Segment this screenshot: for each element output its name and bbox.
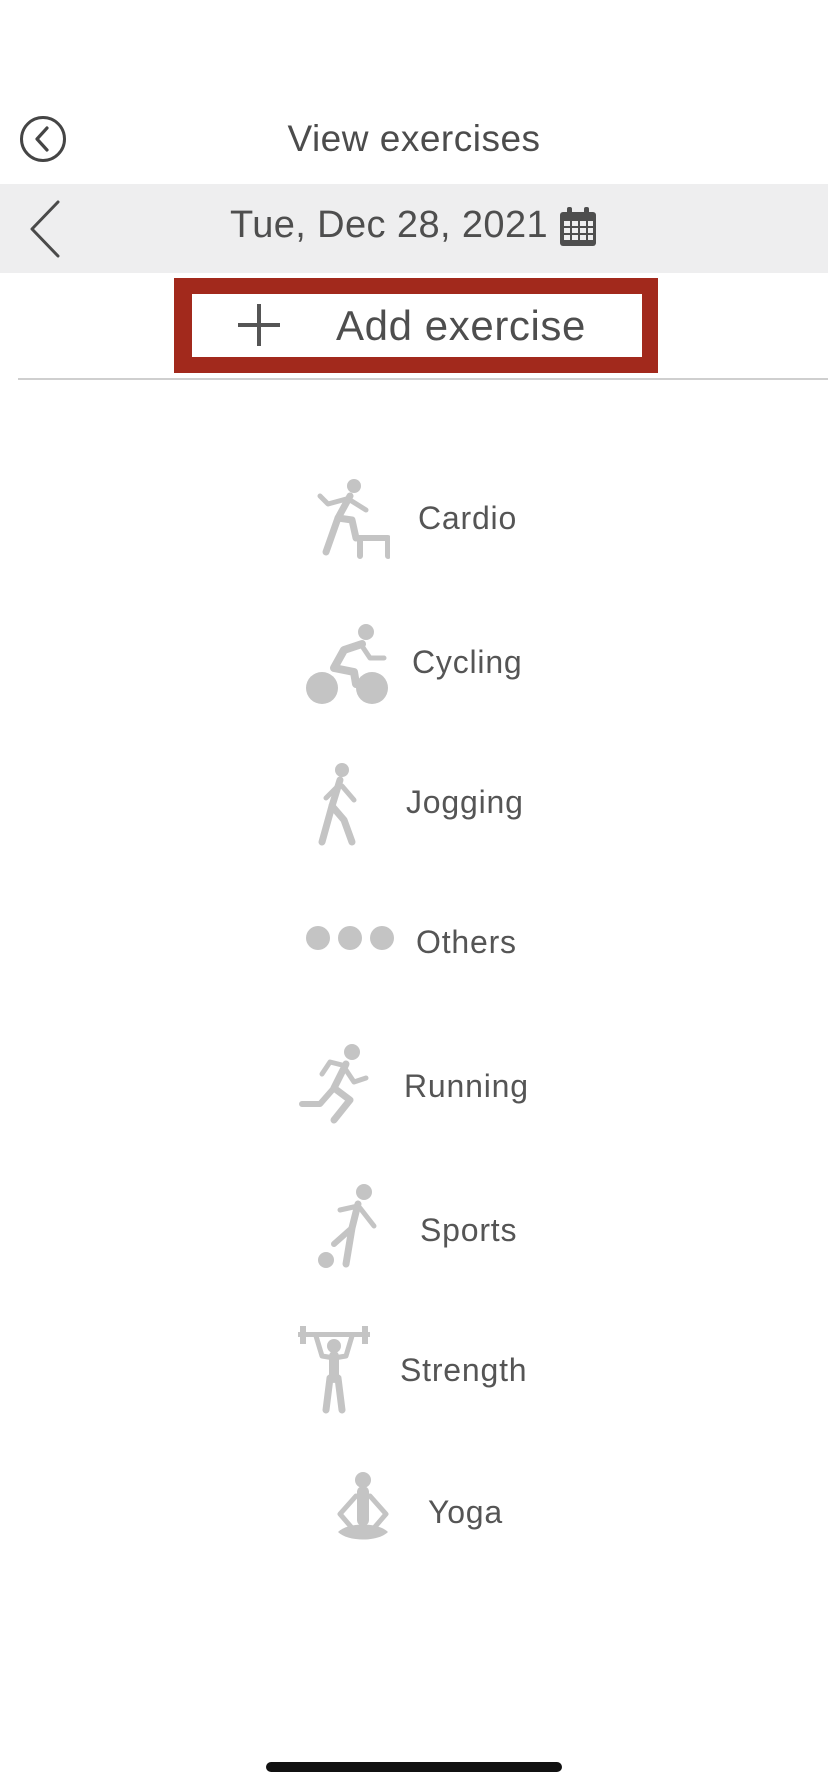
- cycling-icon: [306, 624, 388, 704]
- calendar-icon[interactable]: [558, 206, 598, 248]
- exercise-item-running[interactable]: Running: [0, 1036, 828, 1136]
- sports-icon: [318, 1184, 377, 1268]
- running-icon: [299, 1044, 369, 1124]
- exercise-label: Strength: [400, 1352, 528, 1388]
- exercise-item-sports[interactable]: Sports: [0, 1178, 828, 1278]
- exercise-label: Running: [404, 1068, 529, 1104]
- others-icon: [306, 926, 394, 950]
- home-indicator: [266, 1762, 562, 1772]
- exercise-label: Cardio: [418, 500, 518, 536]
- exercise-item-yoga[interactable]: Yoga: [0, 1462, 828, 1562]
- add-exercise-label: Add exercise: [336, 302, 586, 349]
- exercise-item-strength[interactable]: Strength: [0, 1320, 828, 1420]
- exercise-label: Yoga: [428, 1494, 503, 1530]
- plus-icon: [238, 304, 280, 346]
- exercise-label: Others: [416, 924, 517, 960]
- cardio-icon: [317, 479, 390, 559]
- jogging-icon: [318, 763, 357, 846]
- previous-day-icon[interactable]: [28, 198, 68, 260]
- yoga-icon: [337, 1472, 389, 1540]
- strength-icon: [298, 1326, 370, 1414]
- exercise-label: Cycling: [412, 644, 523, 680]
- exercise-item-cycling[interactable]: Cycling: [0, 610, 828, 710]
- exercise-label: Sports: [420, 1212, 518, 1248]
- exercise-label: Jogging: [406, 784, 524, 820]
- exercise-item-jogging[interactable]: Jogging: [0, 752, 828, 852]
- divider: [18, 378, 828, 380]
- page-title: View exercises: [287, 118, 541, 159]
- exercise-item-cardio[interactable]: Cardio: [0, 468, 828, 568]
- exercise-item-others[interactable]: Others: [0, 894, 828, 994]
- selected-date[interactable]: Tue, Dec 28, 2021: [230, 204, 548, 247]
